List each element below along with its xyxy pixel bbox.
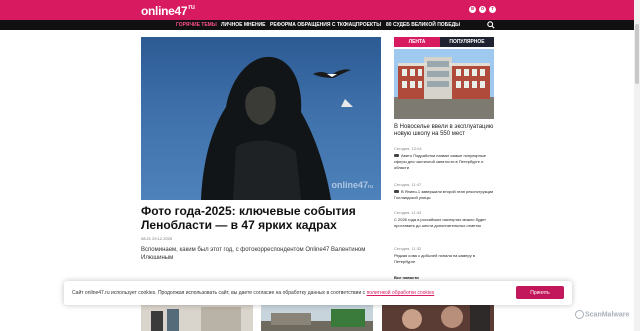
scrollbar[interactable] [634, 0, 640, 331]
cookie-text: Сайт online47.ru использует cookies. Про… [72, 290, 434, 296]
nav-item-victory[interactable]: 80 СУДЕБ ВЕЛИКОЙ ПОБЕДЫ [386, 22, 460, 28]
news-title-text[interactable]: В Янино-1 завершили второй этап реконстр… [394, 189, 493, 200]
news-item[interactable]: Сегодня, 11:47 В Янино-1 завершили второ… [394, 182, 494, 201]
telegram-icon[interactable]: т [489, 6, 496, 13]
article-date: 08:21 29.12.2025 [141, 236, 173, 241]
camera-icon [394, 190, 399, 194]
scanmalware-watermark: ScanMalware [575, 310, 629, 319]
thumbnail-card[interactable] [261, 301, 373, 331]
news-time: Сегодня, 11:47 [394, 182, 422, 187]
main-nav: ГОРЯЧИЕ ТЕМЫ ЛИЧНОЕ МНЕНИЕ РЕФОРМА ОБРАЩ… [0, 20, 640, 30]
thumbnail-card[interactable] [382, 301, 494, 331]
cookie-policy-link[interactable]: политикой обработки cookies [367, 290, 435, 296]
camera-icon [394, 154, 399, 158]
scrollbar-thumb[interactable] [635, 24, 639, 84]
tab-feed[interactable]: ЛЕНТА [394, 37, 440, 47]
vk-icon[interactable]: в [469, 6, 476, 13]
thumbnail-card[interactable] [141, 301, 253, 331]
ok-icon[interactable]: о [479, 6, 486, 13]
news-title[interactable]: Авито Подработки назвал самые популярные… [394, 153, 494, 171]
accept-cookies-button[interactable]: Принять [516, 286, 564, 299]
featured-news-image[interactable] [394, 49, 494, 119]
thumbnail-photo [382, 301, 494, 331]
news-time: Сегодня, 11:32 [394, 246, 422, 251]
cookie-message: Сайт online47.ru использует cookies. Про… [72, 290, 366, 296]
search-icon[interactable] [487, 21, 495, 29]
shield-icon [575, 310, 584, 319]
logo-text[interactable]: online47 [141, 4, 188, 18]
news-title-text[interactable]: Авито Подработки назвал самые популярные… [394, 153, 486, 170]
tab-popular[interactable]: ПОПУЛЯРНОЕ [440, 37, 494, 47]
nav-item-hot-topics[interactable]: ГОРЯЧИЕ ТЕМЫ [176, 22, 217, 28]
sidebar-tabs: ЛЕНТА ПОПУЛЯРНОЕ [394, 37, 494, 47]
all-news-link[interactable]: Все новости [394, 275, 419, 280]
thumbnail-photo [141, 301, 253, 331]
cookie-banner: Сайт online47.ru использует cookies. Про… [64, 281, 572, 305]
school-photo [394, 49, 494, 119]
news-item[interactable]: Сегодня, 11:43 С 2026 года в российских … [394, 210, 494, 229]
article-lead: Вспоминаем, каким был этот год, с фотоко… [141, 247, 366, 261]
nav-item-national-projects[interactable]: НАЦПРОЕКТЫ [345, 22, 381, 28]
news-title-text[interactable]: С 2026 года в российских паспортах можно… [394, 217, 494, 229]
news-item[interactable]: Сегодня, 12:04 Авито Подработки назвал с… [394, 146, 494, 171]
news-time: Сегодня, 12:04 [394, 146, 422, 151]
news-item[interactable]: Сегодня, 11:32 Редкая сова с добычей поп… [394, 246, 494, 265]
news-title[interactable]: В Янино-1 завершили второй этап реконстр… [394, 189, 494, 201]
hero-watermark: online47ru [331, 180, 373, 190]
site-logo[interactable]: online47ru [141, 4, 195, 18]
hero-credit-suffix: ru [368, 184, 373, 190]
thumbnail-photo [261, 301, 373, 331]
header-bar: online47ru в о т [0, 0, 640, 20]
nav-item-tko-reform[interactable]: РЕФОРМА ОБРАЩЕНИЯ С ТКО [270, 22, 347, 28]
hero-credit-text: online47 [331, 180, 368, 190]
nav-item-opinion[interactable]: ЛИЧНОЕ МНЕНИЕ [221, 22, 266, 28]
article-headline[interactable]: Фото года-2025: ключевые события Ленобла… [141, 204, 381, 232]
hero-image[interactable]: online47ru [141, 37, 381, 200]
logo-suffix: ru [188, 4, 195, 11]
news-title-text[interactable]: Редкая сова с добычей попала на камеру в… [394, 253, 494, 265]
featured-news-title[interactable]: В Новоселье ввели в эксплуатацию новую ш… [394, 124, 494, 138]
statue-photo [201, 56, 353, 200]
watermark-text: ScanMalware [585, 311, 630, 319]
news-time: Сегодня, 11:43 [394, 210, 422, 215]
